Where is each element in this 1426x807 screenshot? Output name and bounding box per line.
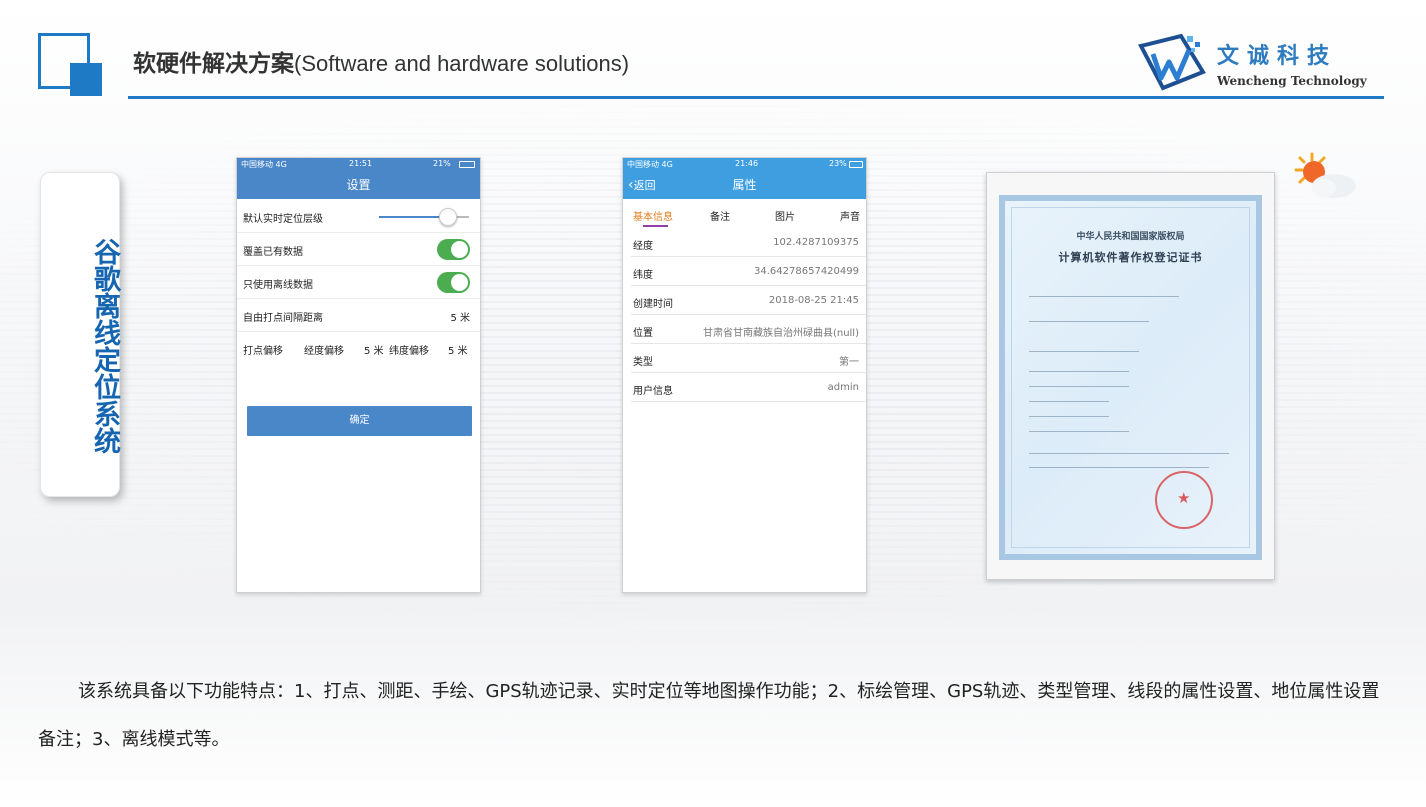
confirm-button[interactable]: 确定 — [247, 406, 472, 436]
certificate-frame: 中华人民共和国国家版权局 计算机软件著作权登记证书 — [999, 195, 1262, 560]
setting-row-default-level[interactable]: 默认实时定位层级 — [237, 200, 480, 233]
certificate-text-line — [1029, 416, 1109, 417]
battery-icon — [849, 161, 863, 168]
offline-only-toggle[interactable] — [437, 272, 470, 293]
system-name: 谷歌离线定位系统 — [89, 238, 120, 454]
slide: 软硬件解决方案(Software and hardware solutions)… — [0, 0, 1426, 807]
system-name-card: 谷歌离线定位系统 — [40, 172, 120, 497]
corner-square-fill-icon — [70, 63, 102, 96]
lat-offset-value[interactable]: 5 米 — [448, 342, 468, 357]
certificate-text-line — [1029, 351, 1139, 352]
property-key: 创建时间 — [633, 299, 673, 310]
battery-level: 21% — [433, 159, 451, 168]
certificate-text-line — [1029, 431, 1129, 432]
setting-label: 只使用离线数据 — [243, 280, 313, 291]
overwrite-toggle[interactable] — [437, 239, 470, 260]
setting-label: 自由打点间隔距离 — [243, 313, 323, 324]
status-time: 21:51 — [349, 159, 373, 168]
brand-name-en: Wencheng Technology — [1217, 74, 1367, 88]
property-value: 2018-08-25 21:45 — [768, 295, 859, 306]
property-key: 位置 — [633, 328, 653, 339]
property-value: 甘肃省甘南藏族自治州碌曲县(null) — [702, 328, 859, 339]
wencheng-logo-icon — [1138, 33, 1206, 91]
tab-images[interactable]: 图片 — [775, 208, 795, 223]
battery-icon — [459, 161, 475, 168]
page-title-en: (Software and hardware solutions) — [294, 51, 630, 76]
setting-row-offline-only[interactable]: 只使用离线数据 — [237, 266, 480, 299]
lat-offset-label: 纬度偏移 — [389, 346, 429, 357]
carrier-label: 中国移动 4G — [241, 160, 287, 169]
properties-title: 属性 — [732, 178, 757, 192]
tab-audio[interactable]: 声音 — [840, 208, 860, 223]
brand-logo: 文诚科技 Wencheng Technology — [1137, 30, 1367, 96]
setting-label: 覆盖已有数据 — [243, 247, 303, 258]
certificate-text-line — [1029, 371, 1129, 372]
property-value: 102.4287109375 — [773, 237, 859, 248]
property-row-location: 位置 甘肃省甘南藏族自治州碌曲县(null) — [631, 315, 866, 344]
property-key: 纬度 — [633, 270, 653, 281]
status-bar: 中国移动 4G 21:51 21% — [237, 158, 480, 171]
certificate-text-line — [1029, 296, 1179, 297]
property-row-user: 用户信息 admin — [631, 373, 866, 402]
property-tabs: 基本信息 备注 图片 声音 — [623, 200, 866, 230]
status-bar: 中国移动 4G 21:46 23% — [623, 158, 866, 171]
settings-title: 设置 — [346, 178, 371, 192]
back-label: 返回 — [633, 179, 656, 192]
page-title: 软硬件解决方案(Software and hardware solutions) — [133, 47, 629, 81]
property-key: 用户信息 — [633, 386, 673, 397]
page-title-cn: 软硬件解决方案 — [133, 51, 294, 77]
setting-row-point-interval[interactable]: 自由打点间隔距离 5 米 — [237, 299, 480, 332]
tab-notes[interactable]: 备注 — [710, 208, 730, 223]
brand-name-cn: 文诚科技 — [1217, 44, 1338, 69]
header-divider — [128, 96, 1384, 99]
back-button[interactable]: ‹返回 — [628, 171, 656, 200]
property-key: 经度 — [633, 241, 653, 252]
certificate-title: 计算机软件著作权登记证书 — [1058, 251, 1203, 264]
point-interval-value[interactable]: 5 米 — [450, 309, 470, 324]
carrier-label: 中国移动 4G — [627, 160, 673, 169]
copyright-certificate-image: 中华人民共和国国家版权局 计算机软件著作权登记证书 — [986, 172, 1275, 580]
official-seal-icon — [1155, 471, 1213, 529]
sun-cloud-icon — [1294, 152, 1356, 198]
certificate-text-line — [1029, 321, 1149, 322]
property-value: admin — [827, 382, 859, 393]
certificate-text-line — [1029, 401, 1109, 402]
lon-offset-value[interactable]: 5 米 — [364, 342, 384, 357]
property-row-longitude: 经度 102.4287109375 — [631, 228, 866, 257]
property-key: 类型 — [633, 357, 653, 368]
setting-label: 默认实时定位层级 — [243, 214, 323, 225]
property-value: 34.64278657420499 — [754, 266, 859, 277]
settings-navbar: 设置 — [237, 171, 480, 199]
property-row-type: 类型 第一 — [631, 344, 866, 373]
certificate-text-line — [1029, 386, 1129, 387]
lon-offset-label: 经度偏移 — [304, 346, 344, 357]
level-slider-knob[interactable] — [439, 208, 457, 226]
feature-description: 该系统具备以下功能特点：1、打点、测距、手绘、GPS轨迹记录、实时定位等地图操作… — [38, 681, 1380, 750]
active-tab-indicator — [643, 225, 668, 227]
property-row-created: 创建时间 2018-08-25 21:45 — [631, 286, 866, 315]
battery-level: 23% — [829, 159, 847, 168]
property-row-latitude: 纬度 34.64278657420499 — [631, 257, 866, 286]
tab-basic-info[interactable]: 基本信息 — [633, 208, 673, 223]
settings-screenshot: 中国移动 4G 21:51 21% 设置 默认实时定位层级 覆盖已有数据 只使用… — [236, 157, 481, 593]
offset-label: 打点偏移 — [243, 346, 283, 357]
properties-screenshot: 中国移动 4G 21:46 23% ‹返回 属性 基本信息 备注 图片 声音 经… — [622, 157, 867, 593]
property-value: 第一 — [839, 357, 859, 368]
properties-navbar: ‹返回 属性 — [623, 171, 866, 199]
certificate-text-line — [1029, 453, 1229, 454]
status-time: 21:46 — [735, 159, 759, 168]
certificate-heading: 中华人民共和国国家版权局 — [1076, 232, 1185, 242]
certificate-text-line — [1029, 467, 1209, 468]
setting-row-offset: 打点偏移 经度偏移 5 米 纬度偏移 5 米 — [237, 332, 480, 365]
setting-row-overwrite[interactable]: 覆盖已有数据 — [237, 233, 480, 266]
